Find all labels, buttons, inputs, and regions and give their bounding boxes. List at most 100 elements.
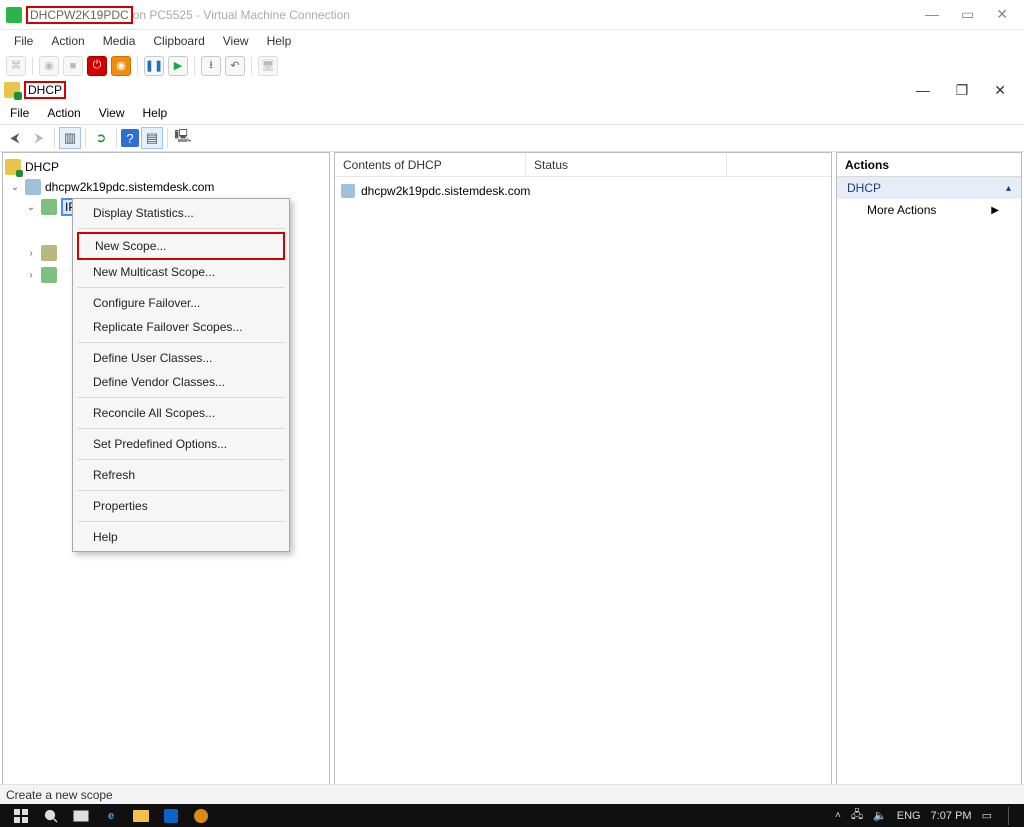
enhanced-session-button[interactable]: 🖥 <box>258 56 278 76</box>
notifications-icon[interactable]: ▭ <box>982 809 992 822</box>
toolbar-sep <box>116 128 117 148</box>
restore-icon[interactable]: ❐ <box>956 82 969 99</box>
dhcp-toolbar: ⮜ ⮞ ▥ ➲ ? ▤ 🖳 <box>0 124 1024 152</box>
ctx-new-multicast-scope[interactable]: New Multicast Scope... <box>73 260 289 284</box>
tree-root-dhcp[interactable]: DHCP <box>5 157 327 177</box>
action-label: More Actions <box>867 203 936 217</box>
ctrl-alt-del-button[interactable]: ⌘ <box>6 56 26 76</box>
revert-button[interactable]: ↶ <box>225 56 245 76</box>
content-header: Contents of DHCP Status <box>335 153 831 177</box>
ipv6-icon <box>41 267 57 283</box>
toolbar-sep <box>194 57 195 75</box>
ipv4-icon <box>41 199 57 215</box>
dhcp-title-highlight: DHCP <box>24 81 66 99</box>
ctx-replicate-failover[interactable]: Replicate Failover Scopes... <box>73 315 289 339</box>
tray-lang[interactable]: ENG <box>897 810 921 822</box>
ctx-define-user-classes[interactable]: Define User Classes... <box>73 346 289 370</box>
ctx-sep <box>77 287 285 288</box>
menu-help[interactable]: Help <box>143 106 168 120</box>
dhcp-app-icon <box>4 82 20 98</box>
ctx-configure-failover[interactable]: Configure Failover... <box>73 291 289 315</box>
search-button[interactable] <box>36 804 66 827</box>
file-explorer-button[interactable] <box>126 804 156 827</box>
actions-title: Actions <box>837 153 1021 177</box>
search-icon <box>44 809 58 823</box>
minimize-icon[interactable]: — <box>925 6 939 23</box>
ctx-define-vendor-classes[interactable]: Define Vendor Classes... <box>73 370 289 394</box>
tray-overflow-icon[interactable]: ˄ <box>835 810 841 821</box>
ctx-refresh[interactable]: Refresh <box>73 463 289 487</box>
task-view-button[interactable] <box>66 804 96 827</box>
server-icon[interactable]: 🖳 <box>172 127 194 149</box>
ctx-sep <box>77 521 285 522</box>
vm-menubar: File Action Media Clipboard View Help <box>0 30 1024 52</box>
content-col-status[interactable]: Status <box>526 158 726 172</box>
collapse-icon[interactable]: ⌄ <box>9 182 21 193</box>
folder-icon <box>41 245 57 261</box>
stop-disabled-button: ■ <box>63 56 83 76</box>
sound-icon[interactable]: 🔈 <box>873 809 887 822</box>
close-icon[interactable]: ✕ <box>996 6 1008 23</box>
vm-menu-file[interactable]: File <box>14 34 33 48</box>
tray-time[interactable]: 7:07 PM <box>931 810 972 822</box>
expand-icon[interactable]: › <box>25 248 37 259</box>
pause-button[interactable]: ❚❚ <box>144 56 164 76</box>
export-icon[interactable]: ➲ <box>90 127 112 149</box>
vm-menu-help[interactable]: Help <box>267 34 292 48</box>
actions-section-dhcp[interactable]: DHCP ▴ <box>837 177 1021 199</box>
content-col-contents[interactable]: Contents of DHCP <box>335 158 525 172</box>
vm-window-controls: — ▭ ✕ <box>925 6 1018 23</box>
show-desktop-button[interactable] <box>1008 807 1018 825</box>
ctx-help[interactable]: Help <box>73 525 289 549</box>
vm-title-suffix: on PC5525 - Virtual Machine Connection <box>133 8 350 22</box>
vm-menu-media[interactable]: Media <box>103 34 136 48</box>
checkpoint-button[interactable]: ⭳ <box>201 56 221 76</box>
ie-button[interactable]: e <box>96 804 126 827</box>
status-bar: Create a new scope <box>0 784 1024 804</box>
vm-menu-clipboard[interactable]: Clipboard <box>153 34 204 48</box>
submenu-arrow-icon: ▶ <box>991 205 999 216</box>
dhcp-menubar: File Action View Help <box>0 102 1024 124</box>
ctx-sep <box>77 397 285 398</box>
tree-root-label: DHCP <box>25 160 59 174</box>
content-pane: Contents of DHCP Status dhcpw2k19pdc.sis… <box>334 152 832 802</box>
tree-server-row[interactable]: ⌄ dhcpw2k19pdc.sistemdesk.com <box>5 177 327 197</box>
minimize-icon[interactable]: — <box>916 82 930 99</box>
shutdown-button[interactable]: ⏻ <box>87 56 107 76</box>
actions-pane: Actions DHCP ▴ More Actions ▶ <box>836 152 1022 802</box>
context-menu: Display Statistics... New Scope... New M… <box>72 198 290 552</box>
save-button[interactable]: ◉ <box>111 56 131 76</box>
expand-icon[interactable]: › <box>25 270 37 281</box>
show-hide-tree-icon[interactable]: ▥ <box>59 127 81 149</box>
ctx-properties[interactable]: Properties <box>73 494 289 518</box>
ctx-new-scope[interactable]: New Scope... <box>79 234 283 258</box>
toolbar-sep <box>137 57 138 75</box>
ctx-display-statistics[interactable]: Display Statistics... <box>73 201 289 225</box>
system-tray: ˄ 🖧 🔈 ENG 7:07 PM ▭ <box>835 806 1018 825</box>
back-icon[interactable]: ⮜ <box>4 127 26 149</box>
show-hide-actions-icon[interactable]: ▤ <box>141 127 163 149</box>
server-icon <box>25 179 41 195</box>
ctx-set-predefined-options[interactable]: Set Predefined Options... <box>73 432 289 456</box>
network-icon[interactable]: 🖧 <box>851 806 863 825</box>
list-item[interactable]: dhcpw2k19pdc.sistemdesk.com <box>341 181 825 201</box>
ctx-reconcile-all-scopes[interactable]: Reconcile All Scopes... <box>73 401 289 425</box>
menu-view[interactable]: View <box>99 106 125 120</box>
taskbar-app-button[interactable] <box>156 804 186 827</box>
menu-action[interactable]: Action <box>47 106 80 120</box>
taskbar-app-button-2[interactable] <box>186 804 216 827</box>
start-button[interactable]: ▶ <box>168 56 188 76</box>
task-view-icon <box>73 810 89 822</box>
collapse-icon[interactable]: ⌄ <box>25 202 37 213</box>
content-body: dhcpw2k19pdc.sistemdesk.com <box>335 177 831 205</box>
toolbar-sep <box>32 57 33 75</box>
action-more-actions[interactable]: More Actions ▶ <box>837 199 1021 221</box>
vm-menu-view[interactable]: View <box>223 34 249 48</box>
vm-menu-action[interactable]: Action <box>51 34 84 48</box>
start-button[interactable] <box>6 804 36 827</box>
menu-file[interactable]: File <box>10 106 29 120</box>
maximize-icon[interactable]: ▭ <box>961 6 974 23</box>
help-icon[interactable]: ? <box>121 129 139 147</box>
close-icon[interactable]: ✕ <box>994 82 1006 99</box>
forward-icon[interactable]: ⮞ <box>28 127 50 149</box>
